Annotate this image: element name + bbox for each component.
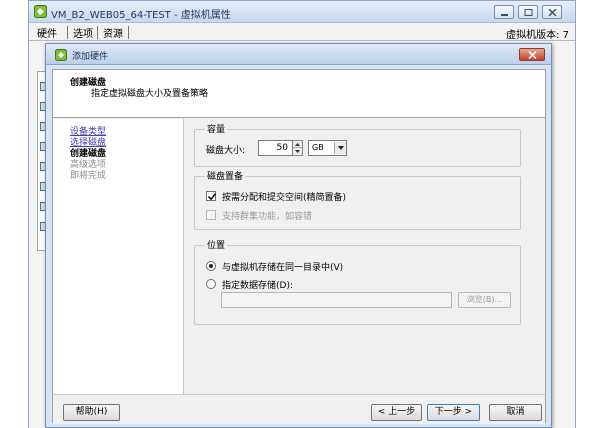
radio-selected-dot [209,264,213,268]
specify-datastore-label[interactable]: 指定数据存储(D): [222,278,293,291]
disk-size-input[interactable]: 50 [258,140,293,156]
vm-version-label: 虚拟机版本: 7 [506,30,569,41]
disk-provisioning-group: 磁盘置备 按需分配和提交空间(精简置备) 支持群集功能，如容错 [194,169,521,230]
dialog-title: 添加硬件 [72,52,109,62]
tab-separator [67,26,68,39]
add-hardware-dialog: 添加硬件 创建磁盘 指定虚拟磁盘大小及置备策略 设备类型 选择磁盘 创建磁盘 高… [45,43,552,428]
next-button[interactable]: 下一步 > [427,404,480,421]
tab-hardware[interactable]: 硬件 [37,25,57,40]
minimize-button[interactable] [494,5,514,19]
cluster-support-label: 支持群集功能，如容错 [222,212,313,222]
wizard-footer: 帮助(H) < 上一步 下一步 > 取消 [53,394,545,424]
browse-button: 浏览(B)... [458,292,511,308]
store-with-vm-label[interactable]: 与虚拟机存储在同一目录中(V) [222,260,343,273]
datastore-field [221,292,452,308]
step-ready-to-complete: 即将完成 [70,171,107,181]
capacity-group-title: 容量 [205,122,228,135]
close-icon [528,51,537,59]
arrow-down-icon [295,150,300,153]
dialog-close-button[interactable] [519,48,545,61]
wizard-header: 创建磁盘 指定虚拟磁盘大小及置备策略 [53,70,545,118]
disk-size-spinner[interactable] [293,140,303,156]
close-icon [548,9,557,16]
maximize-button[interactable] [518,5,538,19]
checkmark-icon [207,193,217,201]
wizard-content: 容量 磁盘大小: 50 GB 磁盘置备 按需分配和提交空间(精简置备) 支持群集… [185,119,545,394]
wizard-page-subtitle: 指定虚拟磁盘大小及置备策略 [91,89,209,99]
disk-provisioning-group-title: 磁盘置备 [205,169,246,182]
location-group-title: 位置 [205,238,228,251]
store-with-vm-radio[interactable] [206,261,216,271]
capacity-group: 容量 磁盘大小: 50 GB [194,122,521,167]
arrow-up-icon [295,143,300,146]
vsphere-app-icon [34,5,47,18]
dialog-content: 创建磁盘 指定虚拟磁盘大小及置备策略 设备类型 选择磁盘 创建磁盘 高级选项 即… [52,69,546,424]
tab-options[interactable]: 选项 [73,25,93,40]
thin-provision-label[interactable]: 按需分配和提交空间(精简置备) [222,190,346,203]
unit-dropdown-button[interactable] [334,142,346,154]
disk-size-unit-select[interactable]: GB [308,140,347,156]
cancel-button[interactable]: 取消 [489,404,542,421]
dialog-titlebar: 添加硬件 [46,44,551,65]
spinner-up-button[interactable] [293,141,302,148]
maximize-icon [524,9,533,16]
tab-separator [97,26,98,39]
disk-size-unit-value: GB [312,143,324,152]
vm-properties-title: VM_B2_WEB05_64-TEST - 虚拟机属性 [51,10,231,21]
location-group: 位置 与虚拟机存储在同一目录中(V) 指定数据存储(D): 浏览(B)... [194,238,521,325]
vsphere-app-icon [55,49,67,61]
tab-separator [128,26,129,39]
wizard-steps: 设备类型 选择磁盘 创建磁盘 高级选项 即将完成 [53,119,184,394]
help-button[interactable]: 帮助(H) [63,404,120,421]
vm-properties-titlebar: VM_B2_WEB05_64-TEST - 虚拟机属性 [29,1,575,23]
back-button[interactable]: < 上一步 [371,404,422,421]
vm-properties-tabs: 硬件 选项 资源 虚拟机版本: 7 [29,23,575,41]
cluster-support-checkbox [206,210,216,220]
minimize-icon [501,14,508,16]
window-close-button[interactable] [542,5,562,19]
specify-datastore-radio[interactable] [206,279,216,289]
disk-size-label: 磁盘大小: [206,146,246,156]
tab-resources[interactable]: 资源 [103,25,123,40]
chevron-down-icon [338,146,344,150]
spinner-down-button[interactable] [293,148,302,155]
thin-provision-checkbox[interactable] [206,191,217,201]
